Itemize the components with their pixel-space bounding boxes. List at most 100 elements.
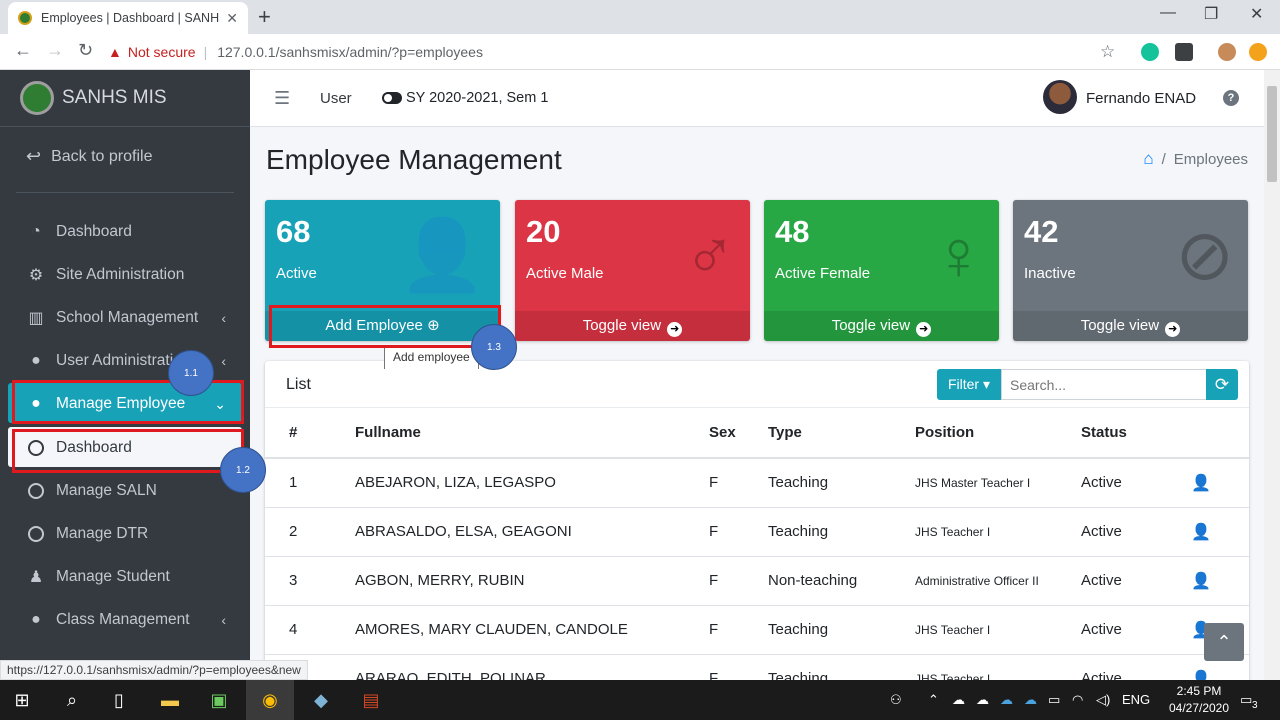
column-header-fullname[interactable]: Fullname <box>355 408 709 459</box>
clock[interactable]: 2:45 PM 04/27/2020 <box>1166 683 1232 717</box>
volume-icon[interactable]: ◁) <box>1096 692 1110 708</box>
sidebar-item-manage-student[interactable]: ♟ Manage Student <box>26 560 236 594</box>
language-indicator[interactable]: ENG <box>1122 692 1150 707</box>
column-header-number[interactable]: # <box>265 408 355 459</box>
table-header-row: # Fullname Sex Type Position Status <box>265 408 1249 459</box>
view-profile-user-icon[interactable]: 👤 <box>1191 573 1211 590</box>
school-year-toggle[interactable]: SY 2020-2021, Sem 1 <box>382 90 548 106</box>
extension-orange-icon[interactable] <box>1249 43 1267 61</box>
breadcrumb: ⌂ / Employees <box>1143 149 1248 169</box>
onedrive-icon[interactable]: ☁ <box>1000 692 1013 708</box>
user-plus-icon: 👤 <box>398 216 486 294</box>
view-profile-user-icon[interactable]: 👤 <box>1191 475 1211 492</box>
address-bar: ← → ↻ ▲ Not secure | 127.0.0.1/sanhsmisx… <box>0 34 1280 70</box>
not-secure-label[interactable]: Not secure <box>128 44 196 60</box>
avatar[interactable] <box>1043 80 1077 114</box>
back-arrow-icon[interactable]: ← <box>14 40 32 61</box>
sidebar-subitem-manage-dtr[interactable]: Manage DTR <box>26 517 236 551</box>
battery-icon[interactable]: ▭ <box>1048 692 1060 708</box>
cloud-icon[interactable]: ☁ <box>976 692 989 708</box>
tachometer-icon: ◔ <box>31 223 41 240</box>
cell-fullname: ARARAO, EDITH, POLINAR <box>355 654 709 680</box>
file-explorer-icon[interactable]: ▬ <box>158 688 182 712</box>
hamburger-menu-icon[interactable]: ☰ <box>274 88 290 109</box>
url-text[interactable]: 127.0.0.1/sanhsmisx/admin/?p=employees <box>217 44 483 60</box>
chrome-icon[interactable]: ◉ <box>258 688 282 712</box>
toggle-view-label: Toggle view <box>582 317 662 334</box>
step-marker-1-3: 1.3 <box>471 324 517 370</box>
view-profile-user-icon[interactable]: 👤 <box>1191 524 1211 541</box>
toggle-view-inactive-button[interactable]: Toggle view ➜ <box>1013 311 1248 341</box>
bookmark-star-icon[interactable]: ☆ <box>1100 42 1115 62</box>
reload-icon[interactable]: ↻ <box>78 40 93 61</box>
app-icon[interactable]: ◆ <box>309 688 333 712</box>
back-to-profile-link[interactable]: ↩ Back to profile <box>26 146 152 167</box>
cell-sex: F <box>709 605 768 655</box>
step-marker-1-2: 1.2 <box>220 447 266 493</box>
cell-type: Teaching <box>768 507 915 557</box>
toggle-view-female-button[interactable]: Toggle view ➜ <box>764 311 999 341</box>
search-input[interactable] <box>1001 369 1207 400</box>
minimize-icon[interactable]: — <box>1160 4 1176 22</box>
table-row: 2 ABRASALDO, ELSA, GEAGONI F Teaching JH… <box>265 507 1249 557</box>
omnibox[interactable]: ▲ Not secure | 127.0.0.1/sanhsmisx/admin… <box>108 38 1128 66</box>
cell-position: JHS Teacher I <box>915 507 1081 557</box>
cell-fullname: AGBON, MERRY, RUBIN <box>355 556 709 606</box>
scroll-to-top-button[interactable]: ⌃ <box>1204 623 1244 661</box>
table-row: 1 ABEJARON, LIZA, LEGASPO F Teaching JHS… <box>265 458 1249 508</box>
user-link[interactable]: User <box>320 90 352 107</box>
search-icon[interactable]: ⌕ <box>60 688 84 712</box>
employee-list-card: List Filter ▾ ⟳ # Fullname Sex Type Posi… <box>265 361 1249 680</box>
page-scrollbar[interactable] <box>1264 70 1280 680</box>
home-icon[interactable]: ⌂ <box>1143 149 1153 169</box>
column-header-type[interactable]: Type <box>768 408 915 459</box>
chevron-up-icon[interactable]: ⌃ <box>928 692 939 708</box>
user-icon: ● <box>31 611 41 628</box>
sidebar-item-class-management[interactable]: ● Class Management ‹ <box>26 603 236 637</box>
cell-sex: F <box>709 556 768 606</box>
sidebar-item-school-management[interactable]: ▥ School Management ‹ <box>26 301 236 335</box>
notifications-icon[interactable]: ▭ <box>1240 692 1252 708</box>
arrow-circle-right-icon: ➜ <box>667 322 683 337</box>
stat-box-active-male: 20 Active Male ♂ Toggle view ➜ <box>515 200 750 341</box>
refresh-button[interactable]: ⟳ <box>1206 369 1238 400</box>
column-header-position[interactable]: Position <box>915 408 1081 459</box>
browser-tab[interactable]: Employees | Dashboard | SANHS ✕ <box>8 2 248 34</box>
app-icon[interactable]: ▣ <box>207 688 231 712</box>
toggle-view-male-button[interactable]: Toggle view ➜ <box>515 311 750 341</box>
breadcrumb-current: Employees <box>1173 150 1248 168</box>
sidebar-item-dashboard[interactable]: ◔ Dashboard <box>26 215 236 249</box>
tab-close-icon[interactable]: ✕ <box>226 10 238 27</box>
windows-start-icon[interactable]: ⊞ <box>10 688 34 712</box>
wifi-icon[interactable]: ◠ <box>1072 692 1083 708</box>
task-view-icon[interactable]: ▯ <box>107 688 131 712</box>
column-header-sex[interactable]: Sex <box>709 408 768 459</box>
brand[interactable]: SANHS MIS <box>0 70 250 127</box>
cell-position: JHS Teacher I <box>915 605 1081 655</box>
sidebar-item-site-administration[interactable]: ⚙ Site Administration <box>26 258 236 292</box>
school-year-label: SY 2020-2021, Sem 1 <box>406 90 549 106</box>
mars-icon: ♂ <box>683 216 737 294</box>
column-header-status[interactable]: Status <box>1081 408 1191 459</box>
sidebar-subitem-manage-saln[interactable]: Manage SALN <box>26 474 236 508</box>
forward-arrow-icon[interactable]: → <box>46 40 64 61</box>
scrollbar-thumb[interactable] <box>1267 86 1277 182</box>
grammarly-icon[interactable] <box>1141 43 1159 61</box>
cloud-icon[interactable]: ☁ <box>952 692 965 708</box>
view-profile-user-icon[interactable]: 👤 <box>1191 671 1211 681</box>
username[interactable]: Fernando ENAD <box>1086 90 1196 107</box>
status-bar-url: https://127.0.0.1/sanhsmisx/admin/?p=emp… <box>0 660 308 680</box>
window-close-icon[interactable]: ✕ <box>1250 4 1263 24</box>
restore-icon[interactable]: ❐ <box>1204 4 1218 24</box>
people-icon[interactable]: ⚇ <box>890 692 902 708</box>
filter-dropdown-button[interactable]: Filter ▾ <box>937 369 1001 400</box>
powerpoint-icon[interactable]: ▤ <box>359 688 383 712</box>
help-icon[interactable]: ? <box>1223 90 1239 106</box>
extension-icon[interactable] <box>1175 43 1193 61</box>
cogs-icon: ⚙ <box>28 267 44 284</box>
new-tab-button[interactable]: + <box>258 4 271 30</box>
onedrive-icon[interactable]: ☁ <box>1024 692 1037 708</box>
table-row: 3 AGBON, MERRY, RUBIN F Non-teaching Adm… <box>265 556 1249 606</box>
profile-avatar-icon[interactable] <box>1218 43 1236 61</box>
table-row: 5 ARARAO, EDITH, POLINAR F Teaching JHS … <box>265 654 1249 680</box>
